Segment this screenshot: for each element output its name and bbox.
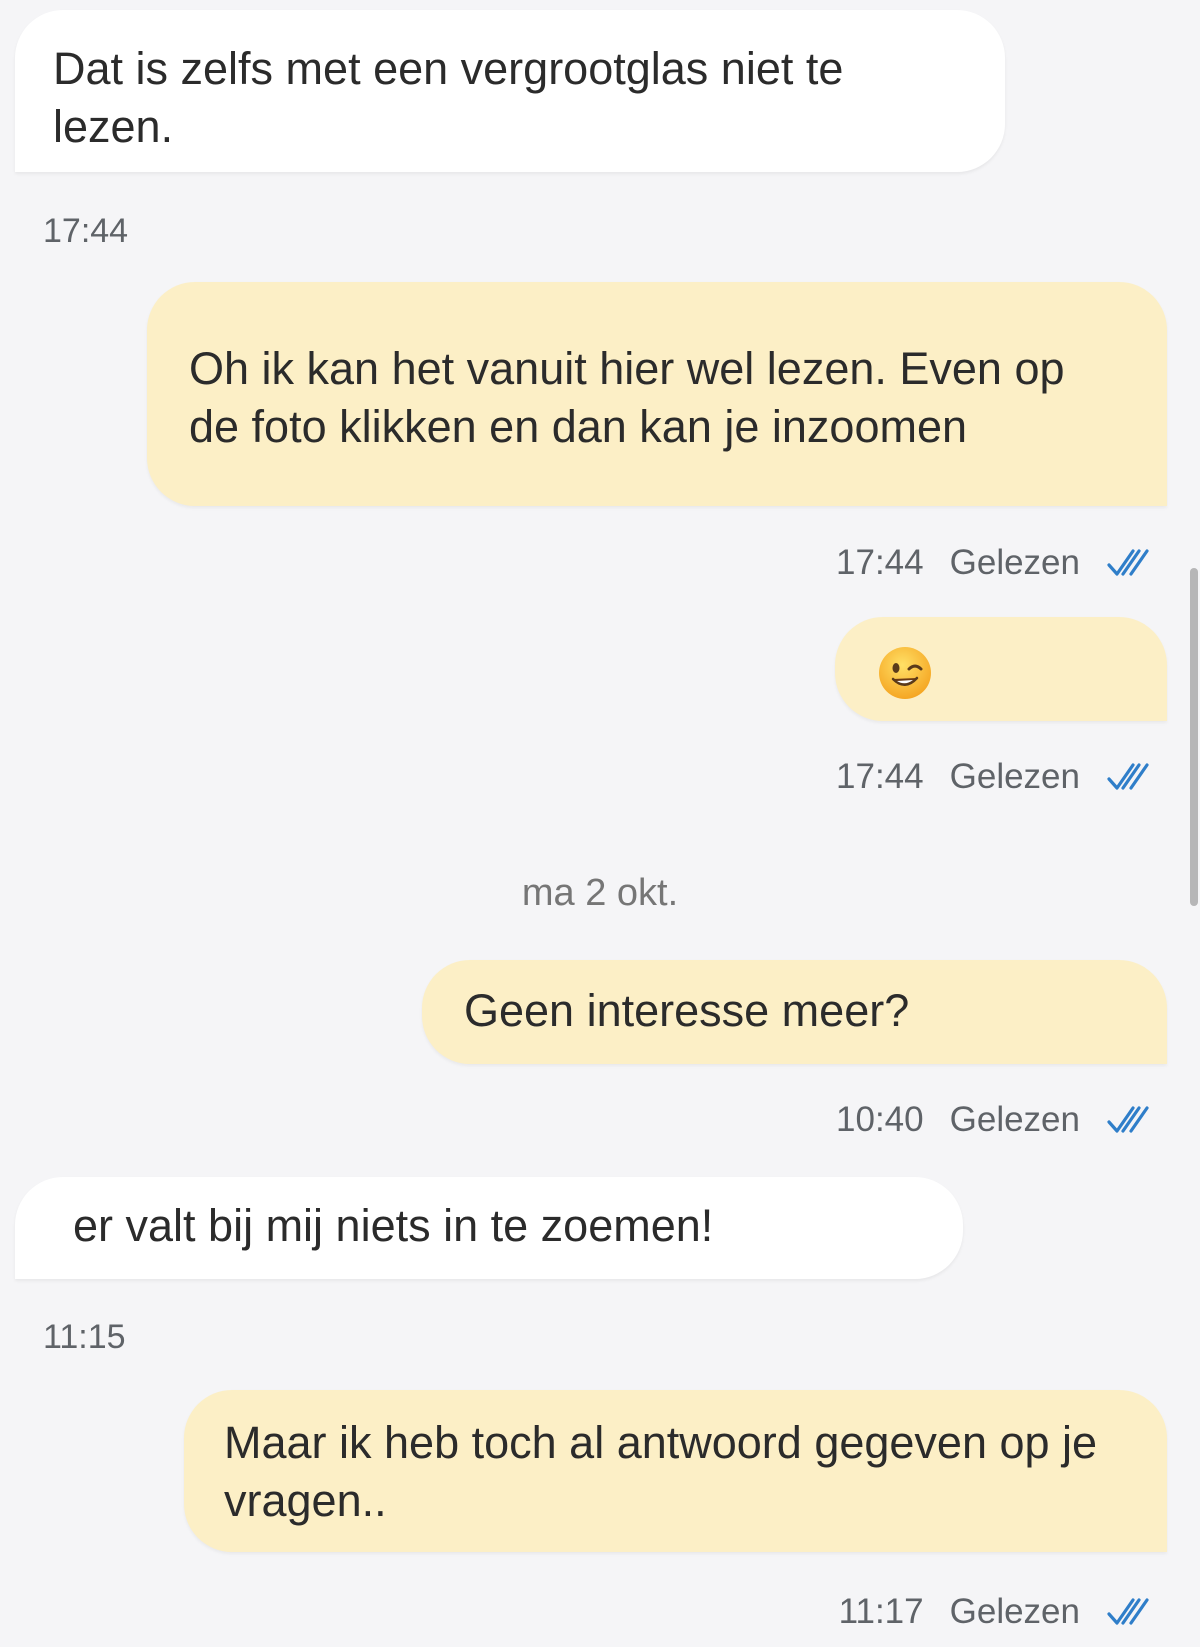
message-meta: 17:44 Gelezen [836, 543, 1152, 583]
double-check-icon [1107, 549, 1149, 576]
message-text: Oh ik kan het vanuit hier wel lezen. Eve… [189, 343, 1065, 452]
message-text: Maar ik heb toch al antwoord gegeven op … [224, 1417, 1098, 1526]
read-status: Gelezen [949, 1592, 1080, 1631]
double-check-icon [1107, 1598, 1149, 1625]
message-time: 11:17 [838, 1592, 924, 1631]
message-bubble-incoming[interactable]: er valt bij mij niets in te zoemen! [15, 1177, 963, 1279]
message-bubble-incoming[interactable]: Dat is zelfs met een vergrootglas niet t… [15, 10, 1005, 172]
double-check-icon [1107, 763, 1149, 790]
message-time: 17:44 [836, 757, 924, 796]
read-status: Gelezen [949, 543, 1080, 582]
message-time: 17:44 [836, 543, 924, 582]
read-status: Gelezen [949, 1100, 1080, 1139]
read-status: Gelezen [949, 757, 1080, 796]
message-text: Geen interesse meer? [464, 985, 910, 1036]
scrollbar-thumb[interactable] [1190, 568, 1198, 906]
message-meta: 17:44 Gelezen [836, 757, 1152, 797]
message-time: 17:44 [43, 212, 129, 250]
message-meta: 11:17 Gelezen [839, 1592, 1152, 1632]
message-time: 11:15 [43, 1318, 126, 1356]
double-check-icon [1107, 1106, 1149, 1133]
message-bubble-outgoing[interactable]: Geen interesse meer? [422, 960, 1167, 1064]
message-bubble-outgoing[interactable] [835, 617, 1167, 721]
message-text: er valt bij mij niets in te zoemen! [73, 1200, 714, 1251]
message-bubble-outgoing[interactable]: Maar ik heb toch al antwoord gegeven op … [184, 1390, 1167, 1552]
message-bubble-outgoing[interactable]: Oh ik kan het vanuit hier wel lezen. Eve… [147, 282, 1167, 506]
date-separator: ma 2 okt. [521, 872, 679, 914]
winking-face-emoji [879, 647, 931, 700]
message-text: Dat is zelfs met een vergrootglas niet t… [53, 43, 844, 152]
message-time: 10:40 [836, 1100, 924, 1139]
message-meta: 10:40 Gelezen [836, 1100, 1152, 1140]
